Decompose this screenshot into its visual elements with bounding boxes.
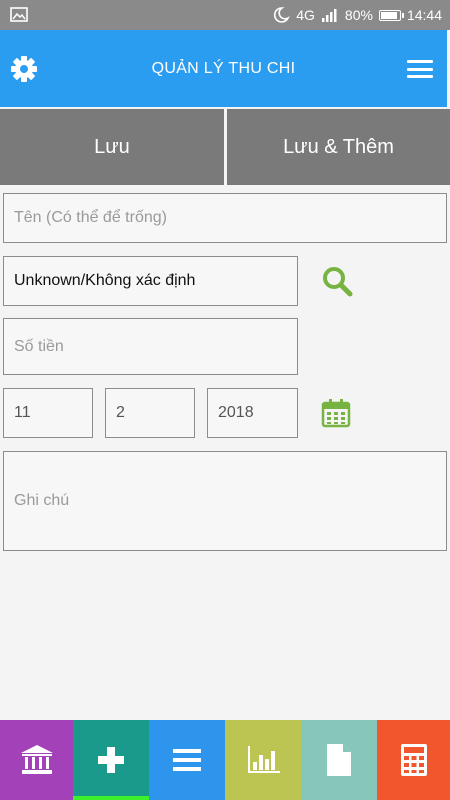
nav-calculator[interactable]: [377, 720, 450, 800]
network-type: 4G: [296, 7, 315, 23]
gear-icon: [11, 56, 37, 82]
status-bar: 4G 80% 14:44: [0, 0, 450, 30]
name-input[interactable]: Tên (Có thể để trống): [3, 193, 447, 243]
plus-icon: [98, 747, 124, 773]
list-icon: [173, 749, 201, 771]
document-icon: [327, 744, 351, 776]
calculator-icon: [400, 744, 427, 776]
nav-chart[interactable]: [225, 720, 301, 800]
year-input[interactable]: 2018: [207, 388, 298, 438]
moon-icon: [274, 7, 291, 23]
gallery-notification-icon: [10, 7, 28, 22]
battery-icon: [378, 9, 404, 21]
bar-chart-icon: [248, 746, 280, 773]
nav-list[interactable]: [149, 720, 225, 800]
nav-document[interactable]: [301, 720, 377, 800]
signal-icon: [321, 9, 337, 22]
search-icon: [323, 267, 353, 297]
nav-add[interactable]: [73, 720, 149, 800]
save-button[interactable]: Lưu: [0, 109, 224, 185]
calendar-icon: [321, 399, 351, 428]
note-input[interactable]: Ghi chú: [3, 451, 447, 551]
app-bar: QUẢN LÝ THU CHI: [0, 30, 447, 107]
bottom-nav: [0, 720, 450, 800]
day-input[interactable]: 11: [3, 388, 93, 438]
category-field[interactable]: Unknown/Không xác định: [3, 256, 298, 306]
calendar-button[interactable]: [321, 398, 351, 428]
battery-percent: 80%: [344, 7, 373, 23]
bank-icon: [20, 745, 53, 774]
hamburger-menu-icon[interactable]: [407, 57, 433, 81]
month-input[interactable]: 2: [105, 388, 195, 438]
nav-bank[interactable]: [0, 720, 73, 800]
save-and-add-button[interactable]: Lưu & Thêm: [227, 109, 450, 185]
app-title: QUẢN LÝ THU CHI: [151, 60, 296, 77]
amount-input[interactable]: Số tiền: [3, 318, 298, 375]
settings-button[interactable]: [8, 53, 40, 85]
search-button[interactable]: [320, 264, 354, 298]
clock: 14:44: [406, 7, 442, 23]
